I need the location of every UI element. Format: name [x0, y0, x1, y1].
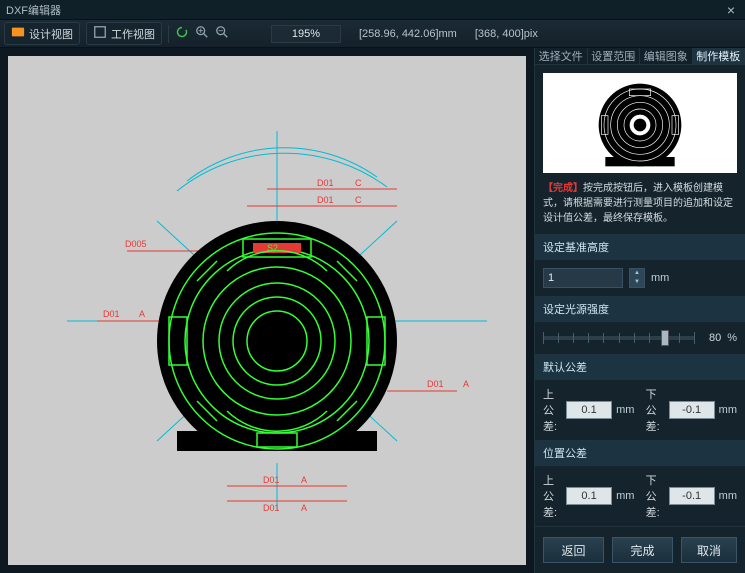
pos-tol-row: 上公差: mm 下公差: mm [535, 466, 745, 526]
svg-text:C: C [355, 178, 362, 188]
zoom-in-icon[interactable] [195, 25, 209, 42]
part-drawing: D005 D01 C D01 C D01 A D01 A D01 A D01 A S2 [67, 111, 487, 531]
default-lower-tol-input[interactable] [669, 401, 715, 419]
pos-upper-tol-input[interactable] [566, 487, 612, 505]
spinner-buttons[interactable]: ▲▼ [629, 268, 645, 288]
work-view-icon [93, 25, 107, 42]
svg-text:D01: D01 [317, 178, 334, 188]
svg-text:D01: D01 [263, 503, 280, 513]
default-upper-tol-input[interactable] [566, 401, 612, 419]
light-slider[interactable] [543, 336, 695, 340]
base-height-input[interactable] [543, 268, 623, 288]
instruction-prefix: 【完成】 [543, 183, 583, 194]
toolbar: 设计视图 工作视图 195% [258.96, 442.06]mm [368, … [0, 20, 745, 48]
default-tol-row: 上公差: mm 下公差: mm [535, 380, 745, 440]
back-button[interactable]: 返回 [543, 537, 604, 563]
coord-mm: [258.96, 442.06]mm [359, 28, 457, 40]
close-icon[interactable]: × [723, 2, 739, 18]
separator [168, 25, 169, 43]
tab-select-file[interactable]: 选择文件 [535, 48, 588, 64]
design-view-button[interactable]: 设计视图 [4, 22, 80, 45]
tab-make-template[interactable]: 制作模板 [693, 48, 745, 64]
pos-upper-tol-label: 上公差: [543, 472, 562, 520]
refresh-icon[interactable] [175, 25, 189, 42]
bottom-buttons: 返回 完成 取消 [535, 526, 745, 573]
window-title: DXF编辑器 [6, 2, 61, 18]
zoom-out-icon[interactable] [215, 25, 229, 42]
unit-mm: mm [651, 272, 669, 284]
base-height-spinner[interactable]: ▲▼ mm [543, 268, 737, 288]
coord-px: [368, 400]pix [475, 28, 538, 40]
title-bar: DXF编辑器 × [0, 0, 745, 20]
work-view-label: 工作视图 [111, 26, 155, 42]
pos-lower-tol-label: 下公差: [646, 472, 665, 520]
svg-text:D005: D005 [125, 239, 147, 249]
section-light: 设定光源强度 [535, 296, 745, 322]
unit-percent: % [727, 332, 737, 344]
svg-text:D01: D01 [263, 475, 280, 485]
svg-text:A: A [301, 475, 307, 485]
upper-tol-label: 上公差: [543, 386, 562, 434]
preview-thumbnail [543, 73, 737, 173]
svg-text:D01: D01 [427, 379, 444, 389]
instruction-text: 【完成】按完成按钮后，进入模板创建模式，请根据需要进行测量项目的追加和设定设计值… [535, 181, 745, 234]
design-view-label: 设计视图 [29, 26, 73, 42]
design-view-icon [11, 25, 25, 42]
tab-set-range[interactable]: 设置范围 [588, 48, 641, 64]
section-base-height: 设定基准高度 [535, 234, 745, 260]
svg-text:C: C [355, 195, 362, 205]
section-pos-tol: 位置公差 [535, 440, 745, 466]
finish-button[interactable]: 完成 [612, 537, 673, 563]
zoom-display[interactable]: 195% [271, 25, 341, 43]
lower-tol-label: 下公差: [646, 386, 665, 434]
svg-text:D01: D01 [317, 195, 334, 205]
section-default-tol: 默认公差 [535, 354, 745, 380]
side-panel: 选择文件 设置范围 编辑图象 制作模板 【完成】按完成 [535, 48, 745, 573]
tab-edit-image[interactable]: 编辑图象 [640, 48, 693, 64]
canvas-area[interactable]: D005 D01 C D01 C D01 A D01 A D01 A D01 A S2 [0, 48, 535, 573]
svg-text:D01: D01 [103, 309, 120, 319]
side-tabs: 选择文件 设置范围 编辑图象 制作模板 [535, 48, 745, 65]
light-value: 80 [701, 332, 721, 344]
svg-text:A: A [139, 309, 145, 319]
pos-lower-tol-input[interactable] [669, 487, 715, 505]
svg-text:A: A [463, 379, 469, 389]
cancel-button[interactable]: 取消 [681, 537, 737, 563]
svg-text:S2: S2 [267, 243, 278, 253]
work-view-button[interactable]: 工作视图 [86, 22, 162, 45]
svg-text:A: A [301, 503, 307, 513]
